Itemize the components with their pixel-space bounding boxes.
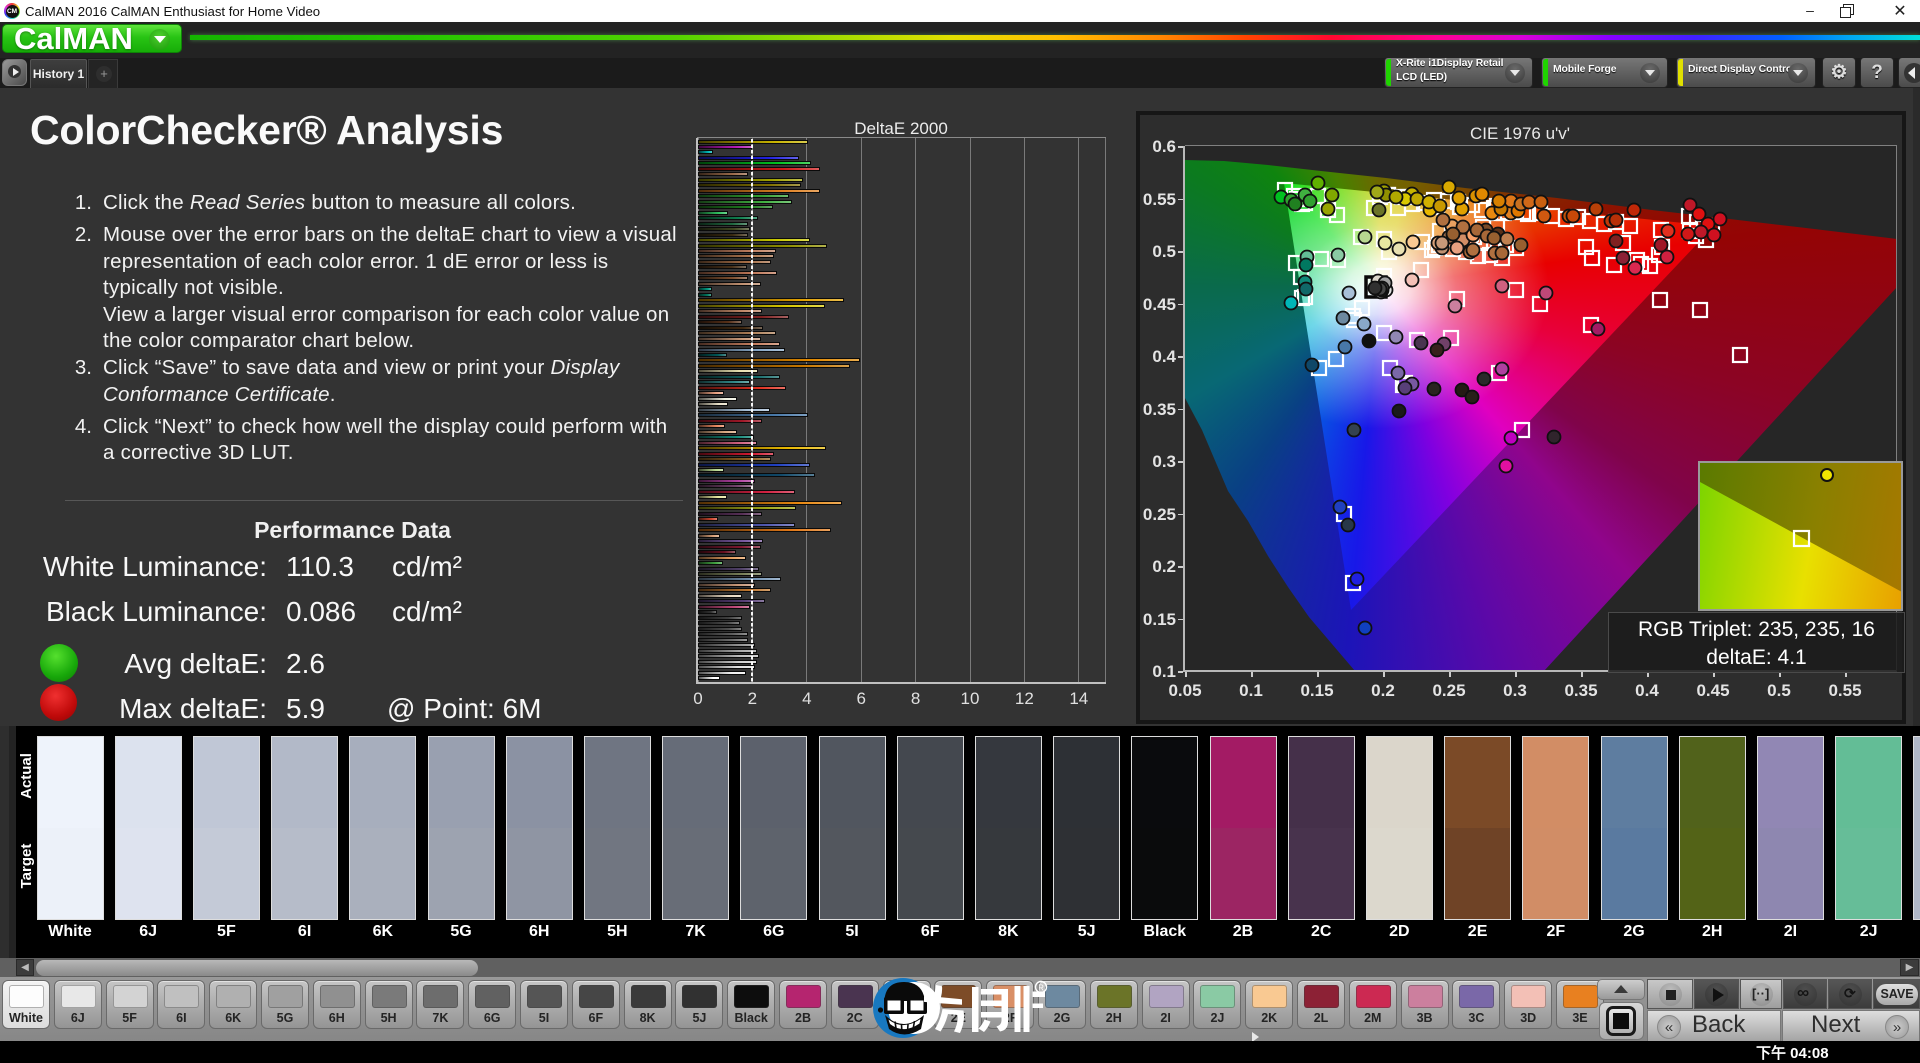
svg-text:R: R [1038, 984, 1044, 993]
